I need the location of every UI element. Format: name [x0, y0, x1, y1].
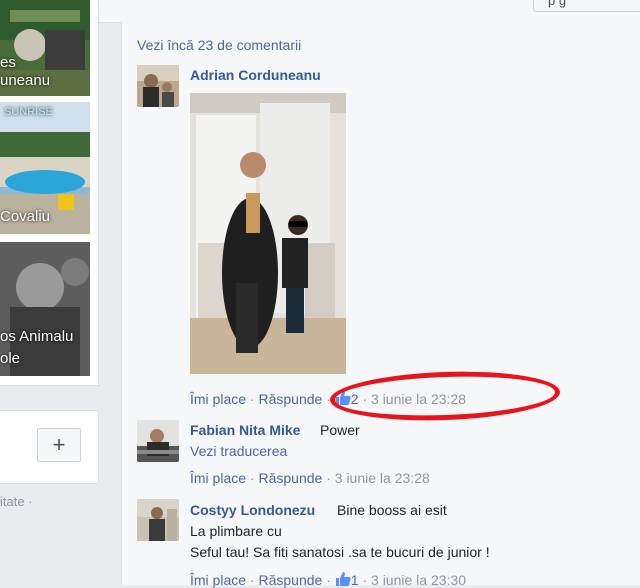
comment-actions: Îmi place · Răspunde · 3 iunie la 23:28 [190, 470, 430, 486]
sidebar-caption-2: Covaliu [0, 208, 51, 225]
comment-author[interactable]: Adrian Corduneanu [190, 67, 321, 83]
sidebar-caption-3b: ole [0, 350, 21, 367]
avatar[interactable] [137, 420, 179, 462]
avatar[interactable] [137, 65, 179, 107]
sidebar-caption-3a: os Animalu [0, 328, 74, 345]
comment-text-line-3: Seful tau! Sa fiti sanatosi .sa te bucur… [190, 544, 490, 560]
separator: · [362, 572, 372, 588]
sidebar-thumbnail-2[interactable]: SUNRISE Covaliu [0, 102, 90, 234]
left-sidebar: es uneanu SUNRISE Covaliu os Animalu ole [0, 0, 99, 386]
like-count[interactable]: 1 [335, 572, 359, 588]
separator: · [326, 470, 335, 486]
like-link[interactable]: Îmi place [190, 391, 246, 407]
like-link[interactable]: Îmi place [190, 572, 246, 588]
sidebar-caption-1a: es [0, 54, 16, 71]
comment-photo[interactable] [190, 93, 346, 374]
sidebar-sign-text: SUNRISE [4, 106, 53, 118]
comment-text-line-1: Bine booss ai esit [337, 502, 447, 518]
reply-link[interactable]: Răspunde [258, 470, 322, 486]
sidebar-footer-text: itate · [0, 494, 33, 509]
comment-actions: Îmi place · Răspunde · 1 · 3 iunie la 23… [190, 571, 466, 588]
comment-timestamp[interactable]: 3 iunie la 23:28 [335, 470, 430, 486]
reply-link[interactable]: Răspunde [258, 572, 322, 588]
avatar[interactable] [137, 499, 179, 541]
see-more-comments-link[interactable]: Vezi încă 23 de comentarii [137, 37, 301, 53]
comment-text-line-2: La plimbare cu [190, 523, 282, 539]
comment-author[interactable]: Costyy Londonezu [190, 502, 315, 518]
comment-text: Power [320, 422, 360, 438]
top-right-button[interactable]: p g [533, 0, 640, 12]
see-translation-link[interactable]: Vezi traducerea [190, 443, 287, 459]
sidebar-thumbnail-1[interactable]: es uneanu [0, 0, 90, 96]
sidebar-caption-1b: uneanu [0, 72, 51, 89]
comment-timestamp[interactable]: 3 iunie la 23:30 [371, 572, 466, 588]
separator: · [326, 572, 335, 588]
like-count-value: 1 [350, 572, 359, 588]
add-card: + [0, 410, 99, 484]
sidebar-thumbnail-3[interactable]: os Animalu ole [0, 242, 90, 376]
add-button[interactable]: + [37, 428, 81, 462]
reply-link[interactable]: Răspunde [258, 391, 322, 407]
like-link[interactable]: Îmi place [190, 470, 246, 486]
comment-author[interactable]: Fabian Nita Mike [190, 422, 300, 438]
